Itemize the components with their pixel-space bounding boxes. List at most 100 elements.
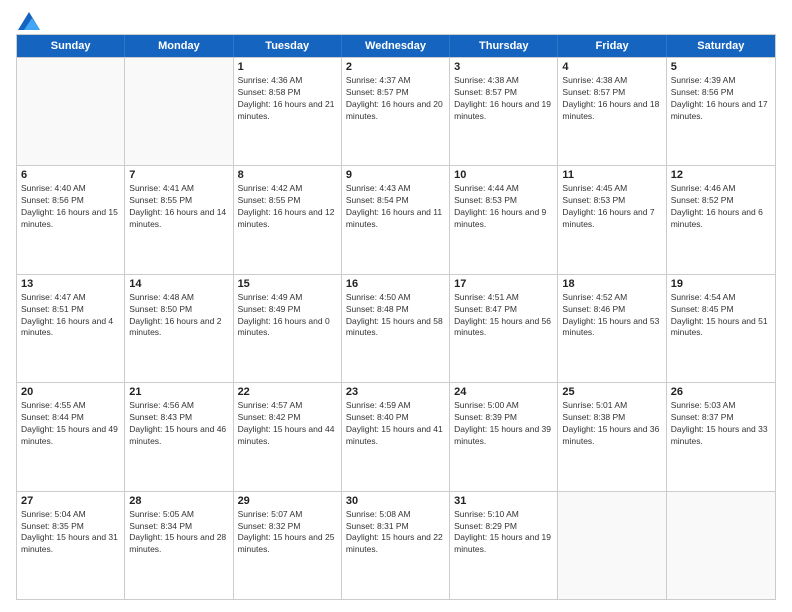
- day-cell-16: 16 Sunrise: 4:50 AM Sunset: 8:48 PM Dayli…: [342, 275, 450, 382]
- day-number: 23: [346, 386, 445, 398]
- day-number: 27: [21, 495, 120, 507]
- day-cell-6: 6 Sunrise: 4:40 AM Sunset: 8:56 PM Daylig…: [17, 166, 125, 273]
- day-detail: Sunrise: 4:40 AM Sunset: 8:56 PM Dayligh…: [21, 183, 120, 231]
- day-detail: Sunrise: 4:49 AM Sunset: 8:49 PM Dayligh…: [238, 292, 337, 340]
- day-number: 15: [238, 278, 337, 290]
- day-cell-8: 8 Sunrise: 4:42 AM Sunset: 8:55 PM Daylig…: [234, 166, 342, 273]
- day-detail: Sunrise: 4:37 AM Sunset: 8:57 PM Dayligh…: [346, 75, 445, 123]
- day-number: 16: [346, 278, 445, 290]
- day-cell-21: 21 Sunrise: 4:56 AM Sunset: 8:43 PM Dayli…: [125, 383, 233, 490]
- header: [16, 12, 776, 26]
- empty-cell: [558, 492, 666, 599]
- empty-cell: [17, 58, 125, 165]
- day-cell-22: 22Sunrise: 4:57 AM Sunset: 8:42 PM Dayli…: [234, 383, 342, 490]
- calendar-body: 1 Sunrise: 4:36 AM Sunset: 8:58 PM Daylig…: [17, 57, 775, 599]
- day-detail: Sunrise: 4:43 AM Sunset: 8:54 PM Dayligh…: [346, 183, 445, 231]
- day-number: 8: [238, 169, 337, 181]
- day-cell-13: 13 Sunrise: 4:47 AM Sunset: 8:51 PM Dayli…: [17, 275, 125, 382]
- calendar-row-3: 20 Sunrise: 4:55 AM Sunset: 8:44 PM Dayli…: [17, 382, 775, 490]
- day-number: 2: [346, 61, 445, 73]
- day-number: 28: [129, 495, 228, 507]
- day-cell-3: 3 Sunrise: 4:38 AM Sunset: 8:57 PM Daylig…: [450, 58, 558, 165]
- day-number: 4: [562, 61, 661, 73]
- day-cell-2: 2 Sunrise: 4:37 AM Sunset: 8:57 PM Daylig…: [342, 58, 450, 165]
- calendar-row-4: 27 Sunrise: 5:04 AM Sunset: 8:35 PM Dayli…: [17, 491, 775, 599]
- weekday-header-thursday: Thursday: [450, 35, 558, 57]
- calendar: SundayMondayTuesdayWednesdayThursdayFrid…: [16, 34, 776, 600]
- day-number: 5: [671, 61, 771, 73]
- day-number: 11: [562, 169, 661, 181]
- day-cell-29: 29 Sunrise: 5:07 AM Sunset: 8:32 PM Dayli…: [234, 492, 342, 599]
- day-detail: Sunrise: 5:08 AM Sunset: 8:31 PM Dayligh…: [346, 509, 445, 557]
- day-cell-20: 20 Sunrise: 4:55 AM Sunset: 8:44 PM Dayli…: [17, 383, 125, 490]
- day-number: 18: [562, 278, 661, 290]
- day-number: 24: [454, 386, 553, 398]
- empty-cell: [667, 492, 775, 599]
- day-cell-11: 11 Sunrise: 4:45 AM Sunset: 8:53 PM Dayli…: [558, 166, 666, 273]
- day-number: 1: [238, 61, 337, 73]
- weekday-header-wednesday: Wednesday: [342, 35, 450, 57]
- day-cell-5: 5 Sunrise: 4:39 AM Sunset: 8:56 PM Daylig…: [667, 58, 775, 165]
- day-detail: Sunrise: 5:01 AM Sunset: 8:38 PM Dayligh…: [562, 400, 661, 448]
- day-detail: Sunrise: 4:47 AM Sunset: 8:51 PM Dayligh…: [21, 292, 120, 340]
- weekday-header-sunday: Sunday: [17, 35, 125, 57]
- day-cell-19: 19Sunrise: 4:54 AM Sunset: 8:45 PM Dayli…: [667, 275, 775, 382]
- day-cell-1: 1 Sunrise: 4:36 AM Sunset: 8:58 PM Daylig…: [234, 58, 342, 165]
- day-detail: Sunrise: 4:41 AM Sunset: 8:55 PM Dayligh…: [129, 183, 228, 231]
- day-cell-23: 23Sunrise: 4:59 AM Sunset: 8:40 PM Dayli…: [342, 383, 450, 490]
- calendar-row-1: 6 Sunrise: 4:40 AM Sunset: 8:56 PM Daylig…: [17, 165, 775, 273]
- day-detail: Sunrise: 4:45 AM Sunset: 8:53 PM Dayligh…: [562, 183, 661, 231]
- day-number: 26: [671, 386, 771, 398]
- day-detail: Sunrise: 4:56 AM Sunset: 8:43 PM Dayligh…: [129, 400, 228, 448]
- day-number: 7: [129, 169, 228, 181]
- day-number: 13: [21, 278, 120, 290]
- day-detail: Sunrise: 4:38 AM Sunset: 8:57 PM Dayligh…: [454, 75, 553, 123]
- logo: [16, 12, 40, 26]
- day-cell-9: 9 Sunrise: 4:43 AM Sunset: 8:54 PM Daylig…: [342, 166, 450, 273]
- day-detail: Sunrise: 4:38 AM Sunset: 8:57 PM Dayligh…: [562, 75, 661, 123]
- day-detail: Sunrise: 4:39 AM Sunset: 8:56 PM Dayligh…: [671, 75, 771, 123]
- logo-icon: [18, 12, 40, 30]
- day-detail: Sunrise: 5:00 AM Sunset: 8:39 PM Dayligh…: [454, 400, 553, 448]
- day-cell-26: 26 Sunrise: 5:03 AM Sunset: 8:37 PM Dayli…: [667, 383, 775, 490]
- day-cell-4: 4 Sunrise: 4:38 AM Sunset: 8:57 PM Daylig…: [558, 58, 666, 165]
- day-detail: Sunrise: 4:44 AM Sunset: 8:53 PM Dayligh…: [454, 183, 553, 231]
- day-detail: Sunrise: 5:04 AM Sunset: 8:35 PM Dayligh…: [21, 509, 120, 557]
- day-detail: Sunrise: 5:03 AM Sunset: 8:37 PM Dayligh…: [671, 400, 771, 448]
- day-detail: Sunrise: 5:07 AM Sunset: 8:32 PM Dayligh…: [238, 509, 337, 557]
- day-cell-24: 24 Sunrise: 5:00 AM Sunset: 8:39 PM Dayli…: [450, 383, 558, 490]
- day-detail: Sunrise: 4:55 AM Sunset: 8:44 PM Dayligh…: [21, 400, 120, 448]
- day-number: 17: [454, 278, 553, 290]
- day-cell-27: 27 Sunrise: 5:04 AM Sunset: 8:35 PM Dayli…: [17, 492, 125, 599]
- calendar-row-0: 1 Sunrise: 4:36 AM Sunset: 8:58 PM Daylig…: [17, 57, 775, 165]
- day-number: 9: [346, 169, 445, 181]
- day-cell-15: 15 Sunrise: 4:49 AM Sunset: 8:49 PM Dayli…: [234, 275, 342, 382]
- day-cell-18: 18Sunrise: 4:52 AM Sunset: 8:46 PM Dayli…: [558, 275, 666, 382]
- day-number: 6: [21, 169, 120, 181]
- day-detail: Sunrise: 4:50 AM Sunset: 8:48 PM Dayligh…: [346, 292, 445, 340]
- calendar-header: SundayMondayTuesdayWednesdayThursdayFrid…: [17, 35, 775, 57]
- day-cell-25: 25Sunrise: 5:01 AM Sunset: 8:38 PM Dayli…: [558, 383, 666, 490]
- day-cell-28: 28 Sunrise: 5:05 AM Sunset: 8:34 PM Dayli…: [125, 492, 233, 599]
- day-detail: Sunrise: 5:10 AM Sunset: 8:29 PM Dayligh…: [454, 509, 553, 557]
- day-cell-10: 10 Sunrise: 4:44 AM Sunset: 8:53 PM Dayli…: [450, 166, 558, 273]
- day-cell-14: 14Sunrise: 4:48 AM Sunset: 8:50 PM Dayli…: [125, 275, 233, 382]
- day-detail: Sunrise: 4:36 AM Sunset: 8:58 PM Dayligh…: [238, 75, 337, 123]
- day-number: 30: [346, 495, 445, 507]
- page: SundayMondayTuesdayWednesdayThursdayFrid…: [0, 0, 792, 612]
- day-detail: Sunrise: 4:54 AM Sunset: 8:45 PM Dayligh…: [671, 292, 771, 340]
- day-number: 10: [454, 169, 553, 181]
- day-detail: Sunrise: 4:48 AM Sunset: 8:50 PM Dayligh…: [129, 292, 228, 340]
- day-number: 3: [454, 61, 553, 73]
- weekday-header-friday: Friday: [558, 35, 666, 57]
- day-detail: Sunrise: 4:51 AM Sunset: 8:47 PM Dayligh…: [454, 292, 553, 340]
- day-number: 21: [129, 386, 228, 398]
- day-cell-30: 30 Sunrise: 5:08 AM Sunset: 8:31 PM Dayli…: [342, 492, 450, 599]
- day-detail: Sunrise: 4:57 AM Sunset: 8:42 PM Dayligh…: [238, 400, 337, 448]
- day-number: 29: [238, 495, 337, 507]
- day-number: 20: [21, 386, 120, 398]
- day-number: 12: [671, 169, 771, 181]
- day-detail: Sunrise: 4:42 AM Sunset: 8:55 PM Dayligh…: [238, 183, 337, 231]
- empty-cell: [125, 58, 233, 165]
- day-detail: Sunrise: 5:05 AM Sunset: 8:34 PM Dayligh…: [129, 509, 228, 557]
